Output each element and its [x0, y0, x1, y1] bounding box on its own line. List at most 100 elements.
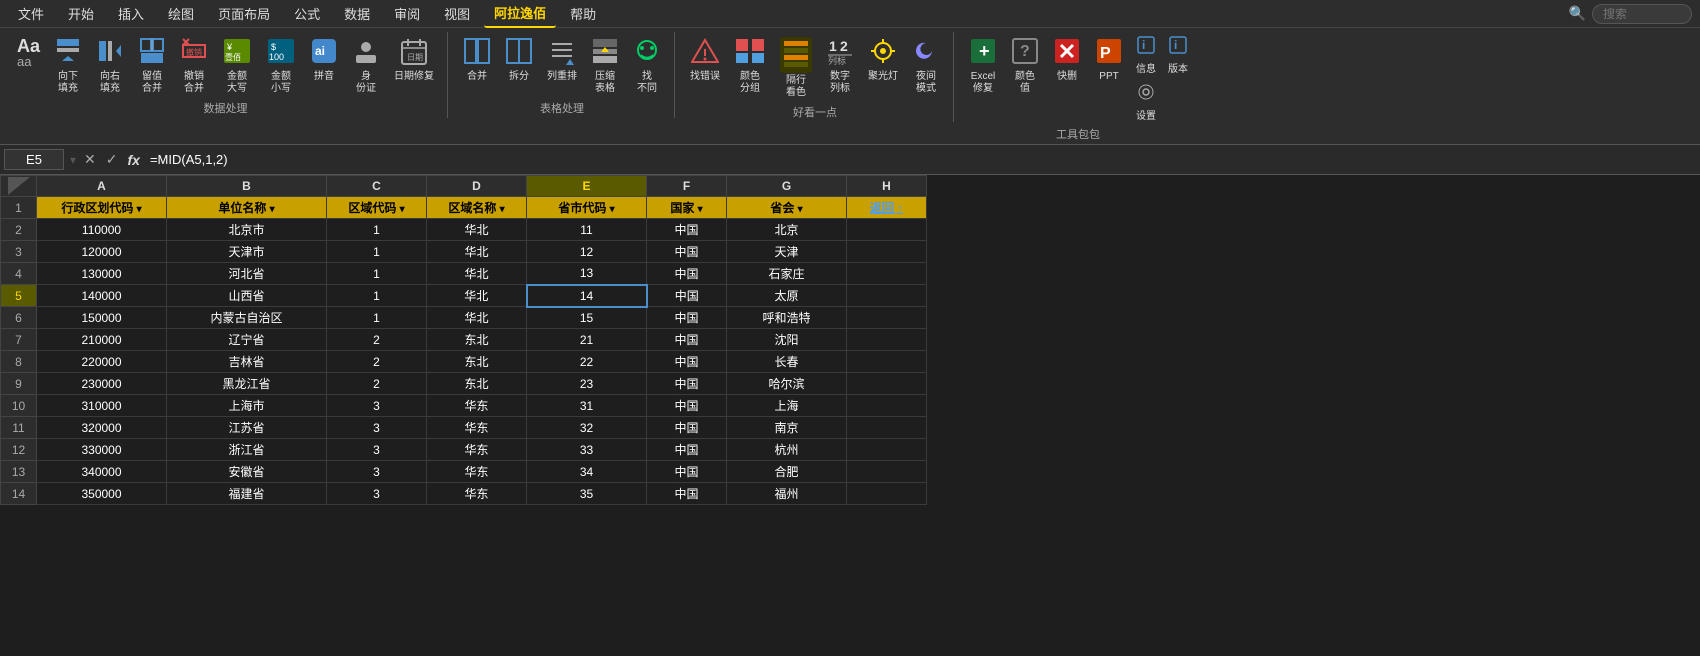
night-mode-btn[interactable]: 夜间模式 [907, 34, 945, 98]
menu-alayibo[interactable]: 阿拉逸佰 [484, 0, 556, 28]
cell-c11[interactable]: 3 [327, 417, 427, 439]
cell-e14[interactable]: 35 [527, 483, 647, 505]
search-input[interactable] [1592, 4, 1692, 24]
col-header-d[interactable]: D [427, 176, 527, 197]
cell-e2[interactable]: 11 [527, 219, 647, 241]
info-btn[interactable]: i 信息 [1132, 34, 1160, 77]
header-cell-f[interactable]: 国家 ▾ [647, 197, 727, 219]
cell-a2[interactable]: 110000 [37, 219, 167, 241]
cell-g7[interactable]: 沈阳 [727, 329, 847, 351]
pinyin-btn[interactable]: ai 拼音 [305, 34, 343, 86]
header-cell-a[interactable]: 行政区划代码 ▾ [37, 197, 167, 219]
ppt-btn[interactable]: P PPT [1090, 34, 1128, 86]
cell-b4[interactable]: 河北省 [167, 263, 327, 285]
formula-input[interactable] [146, 150, 1696, 169]
cell-f5[interactable]: 中国 [647, 285, 727, 307]
color-group-btn[interactable]: 颜色分组 [729, 34, 771, 98]
cell-b8[interactable]: 吉林省 [167, 351, 327, 373]
cell-g11[interactable]: 南京 [727, 417, 847, 439]
cell-e4[interactable]: 13 [527, 263, 647, 285]
cell-a5[interactable]: 140000 [37, 285, 167, 307]
menu-help[interactable]: 帮助 [560, 0, 606, 27]
cell-f10[interactable]: 中国 [647, 395, 727, 417]
cell-b5[interactable]: 山西省 [167, 285, 327, 307]
cell-a13[interactable]: 340000 [37, 461, 167, 483]
cell-d6[interactable]: 华北 [427, 307, 527, 329]
cell-f2[interactable]: 中国 [647, 219, 727, 241]
menu-insert[interactable]: 插入 [108, 0, 154, 27]
cell-f14[interactable]: 中国 [647, 483, 727, 505]
date-fix-btn[interactable]: 日期 日期修复 [389, 34, 439, 86]
settings-btn[interactable]: 设置 [1132, 81, 1160, 124]
cell-d10[interactable]: 华东 [427, 395, 527, 417]
version-btn[interactable]: i 版本 [1164, 34, 1192, 77]
cell-d13[interactable]: 华东 [427, 461, 527, 483]
cell-b10[interactable]: 上海市 [167, 395, 327, 417]
cell-g4[interactable]: 石家庄 [727, 263, 847, 285]
cell-c9[interactable]: 2 [327, 373, 427, 395]
cell-e6[interactable]: 15 [527, 307, 647, 329]
find-diff-btn[interactable]: 找不同 [628, 34, 666, 98]
fill-down-btn[interactable]: 向下填充 [49, 34, 87, 98]
cell-b12[interactable]: 浙江省 [167, 439, 327, 461]
merge-btn[interactable]: 合并 [458, 34, 496, 86]
menu-start[interactable]: 开始 [58, 0, 104, 27]
cell-c4[interactable]: 1 [327, 263, 427, 285]
cell-b13[interactable]: 安徽省 [167, 461, 327, 483]
cell-e12[interactable]: 33 [527, 439, 647, 461]
cell-c13[interactable]: 3 [327, 461, 427, 483]
cell-d5[interactable]: 华北 [427, 285, 527, 307]
header-cell-g[interactable]: 省会 ▾ [727, 197, 847, 219]
cell-e3[interactable]: 12 [527, 241, 647, 263]
cell-d3[interactable]: 华北 [427, 241, 527, 263]
col-header-c[interactable]: C [327, 176, 427, 197]
cell-h8[interactable] [847, 351, 927, 373]
amount-big-btn[interactable]: ¥ 壹佰 金额大写 [217, 34, 257, 98]
cell-h7[interactable] [847, 329, 927, 351]
cell-b7[interactable]: 辽宁省 [167, 329, 327, 351]
cell-e5[interactable]: 14 [527, 285, 647, 307]
split-btn[interactable]: 拆分 [500, 34, 538, 86]
cell-b6[interactable]: 内蒙古自治区 [167, 307, 327, 329]
cell-c8[interactable]: 2 [327, 351, 427, 373]
cell-e13[interactable]: 34 [527, 461, 647, 483]
cell-h10[interactable] [847, 395, 927, 417]
cell-d11[interactable]: 华东 [427, 417, 527, 439]
cell-e8[interactable]: 22 [527, 351, 647, 373]
cell-c3[interactable]: 1 [327, 241, 427, 263]
cell-f3[interactable]: 中国 [647, 241, 727, 263]
menu-view[interactable]: 视图 [434, 0, 480, 27]
cell-a8[interactable]: 220000 [37, 351, 167, 373]
fast-del-btn[interactable]: 快删 [1048, 34, 1086, 86]
cell-f9[interactable]: 中国 [647, 373, 727, 395]
stay-merge-btn[interactable]: 留值合并 [133, 34, 171, 98]
cell-h9[interactable] [847, 373, 927, 395]
cell-g13[interactable]: 合肥 [727, 461, 847, 483]
font-size-btn[interactable]: Aa aa [12, 34, 45, 71]
num-col-btn[interactable]: 1 2 列标 数字列标 [821, 34, 859, 98]
cell-c14[interactable]: 3 [327, 483, 427, 505]
cell-g6[interactable]: 呼和浩特 [727, 307, 847, 329]
cell-d14[interactable]: 华东 [427, 483, 527, 505]
cell-e9[interactable]: 23 [527, 373, 647, 395]
header-cell-d[interactable]: 区域名称 ▾ [427, 197, 527, 219]
cell-f7[interactable]: 中国 [647, 329, 727, 351]
cell-e11[interactable]: 32 [527, 417, 647, 439]
cell-g12[interactable]: 杭州 [727, 439, 847, 461]
cell-c2[interactable]: 1 [327, 219, 427, 241]
cell-reference[interactable] [4, 149, 64, 170]
col-sort-btn[interactable]: 列重排 [542, 34, 582, 86]
header-cell-e[interactable]: 省市代码 ▾ [527, 197, 647, 219]
color-val-btn[interactable]: ? 颜色值 [1006, 34, 1044, 98]
menu-formula[interactable]: 公式 [284, 0, 330, 27]
cell-h4[interactable] [847, 263, 927, 285]
cell-e10[interactable]: 31 [527, 395, 647, 417]
cell-h12[interactable] [847, 439, 927, 461]
cell-c10[interactable]: 3 [327, 395, 427, 417]
cell-a12[interactable]: 330000 [37, 439, 167, 461]
cancel-formula-icon[interactable]: ✕ [82, 151, 98, 168]
cell-d4[interactable]: 华北 [427, 263, 527, 285]
cell-b9[interactable]: 黑龙江省 [167, 373, 327, 395]
cell-a7[interactable]: 210000 [37, 329, 167, 351]
col-header-b[interactable]: B [167, 176, 327, 197]
